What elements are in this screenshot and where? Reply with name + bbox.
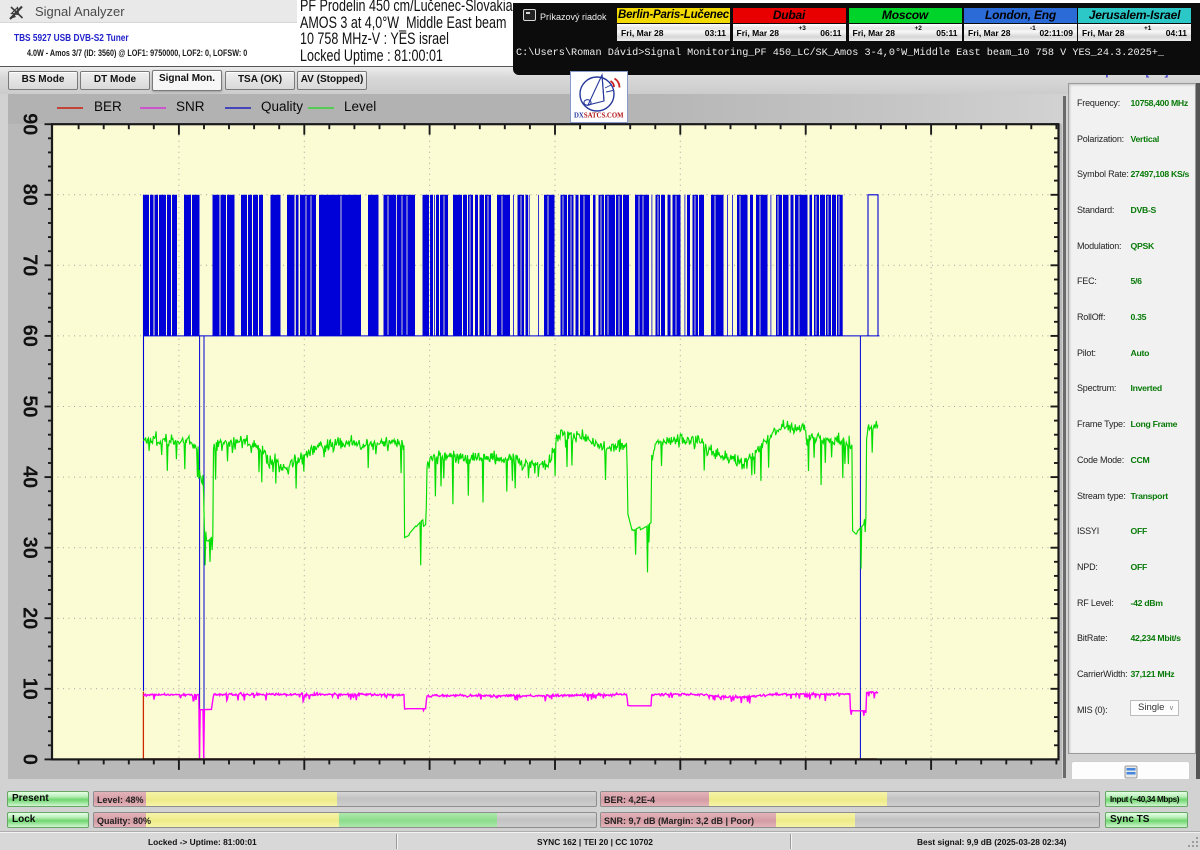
svg-text:10: 10	[19, 678, 41, 700]
svg-text:70: 70	[19, 254, 41, 276]
svg-text:DXSATCS.COM: DXSATCS.COM	[574, 113, 624, 120]
svg-text:80: 80	[19, 184, 41, 206]
svg-text:0: 0	[19, 754, 41, 765]
svg-text:50: 50	[19, 395, 41, 417]
svg-text:30: 30	[19, 537, 41, 559]
svg-text:20: 20	[19, 607, 41, 629]
svg-text:40: 40	[19, 466, 41, 488]
svg-text:60: 60	[19, 325, 41, 347]
